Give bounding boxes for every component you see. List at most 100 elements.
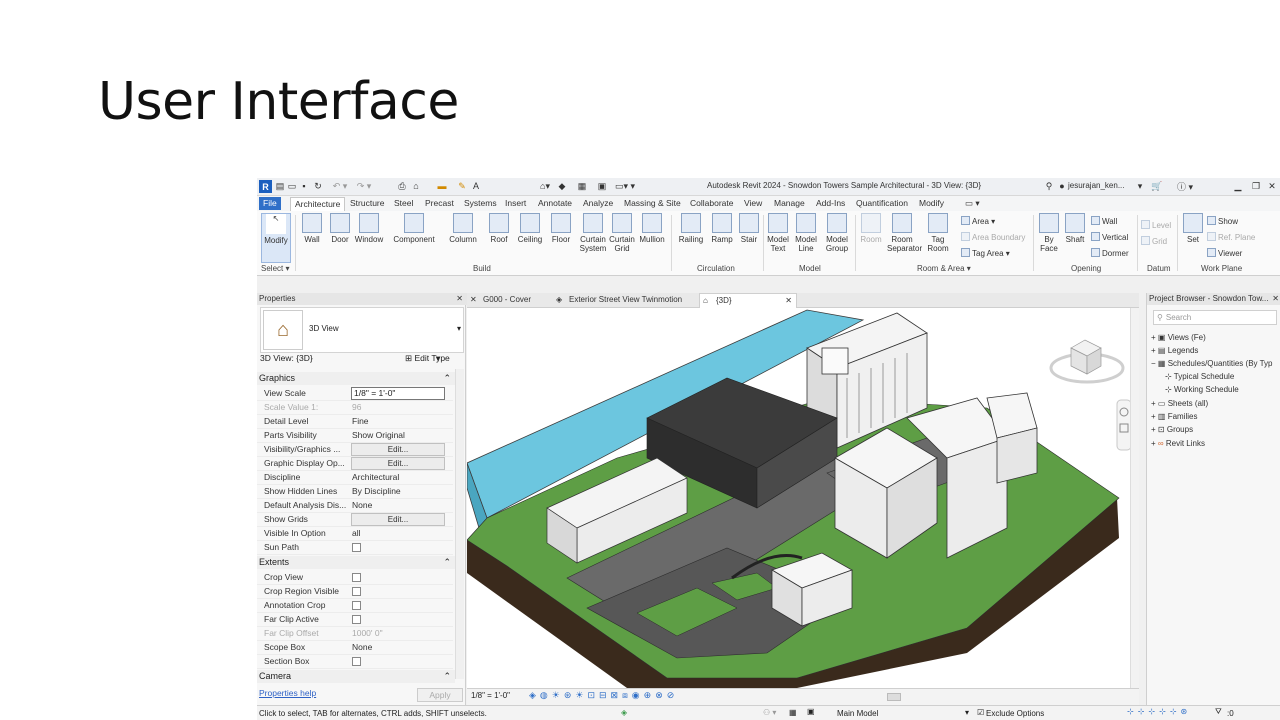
tab-modify[interactable]: Modify: [915, 197, 948, 210]
view-tab-cover[interactable]: ✕ G000 - Cover: [467, 293, 559, 307]
close-icon[interactable]: ✕: [1267, 180, 1277, 192]
switch-windows-icon[interactable]: ▣: [597, 180, 607, 192]
close-tab-icon[interactable]: ✕: [470, 293, 477, 307]
browser-item-schedules[interactable]: − ▦ Schedules/Quantities (By Typ: [1151, 359, 1273, 368]
by-face-button[interactable]: By Face: [1037, 213, 1061, 253]
view-scale-input[interactable]: 1/8" = 1'-0": [351, 387, 445, 400]
model-dropdown-icon[interactable]: ▾: [965, 708, 969, 717]
exclude-options-checkbox[interactable]: ☑: [977, 708, 984, 717]
browser-item-legends[interactable]: + ▤ Legends: [1151, 346, 1198, 355]
component-button[interactable]: Component: [391, 213, 437, 244]
tab-architecture[interactable]: Architecture: [290, 197, 346, 211]
crop-region-checkbox[interactable]: [352, 587, 361, 596]
visibility-graphics-edit-button[interactable]: Edit...: [351, 443, 445, 456]
extents-section[interactable]: Extents ⌃: [257, 556, 455, 569]
prop-scope-box[interactable]: Scope Box None: [257, 640, 453, 655]
properties-help-link[interactable]: Properties help: [259, 688, 316, 698]
undo-icon[interactable]: ↶ ▾: [329, 180, 351, 192]
open-folder-icon[interactable]: ▭: [287, 180, 297, 192]
view-tab-3d[interactable]: ⌂ {3D} ✕: [699, 293, 797, 308]
tab-file[interactable]: File: [259, 197, 281, 210]
set-workplane-button[interactable]: Set: [1181, 213, 1205, 244]
crop-view-checkbox[interactable]: [352, 573, 361, 582]
room-separator-button[interactable]: Room Separator: [887, 213, 922, 253]
close-tab-icon[interactable]: ✕: [785, 294, 792, 308]
select-panel-label[interactable]: Select ▾: [261, 264, 289, 273]
user-name[interactable]: jesurajan_ken...: [1068, 181, 1124, 190]
dropdown-icon[interactable]: ▾: [1135, 180, 1145, 192]
wall-opening-button[interactable]: Wall: [1091, 216, 1117, 226]
restore-icon[interactable]: ❐: [1251, 180, 1261, 192]
close-properties-icon[interactable]: ✕: [456, 293, 463, 305]
tab-analyze[interactable]: Analyze: [579, 197, 617, 210]
thin-lines-icon[interactable]: ▦: [577, 180, 587, 192]
ref-plane-button[interactable]: Ref. Plane: [1207, 232, 1255, 242]
floor-button[interactable]: Floor: [549, 213, 573, 244]
browser-item-sheets[interactable]: + ▭ Sheets (all): [1151, 399, 1208, 408]
shaft-button[interactable]: Shaft: [1063, 213, 1087, 244]
prop-parts-visibility[interactable]: Parts Visibility Show Original: [257, 428, 453, 443]
wall-button[interactable]: Wall: [299, 213, 325, 244]
type-dropdown-icon[interactable]: ▾: [457, 324, 461, 333]
open-icon[interactable]: ▤: [275, 180, 285, 192]
browser-item-views[interactable]: + ▣ Views (Fe): [1151, 333, 1206, 342]
3d-view-icon[interactable]: ⌂▾: [537, 180, 553, 192]
browser-item-families[interactable]: + ▥ Families: [1151, 412, 1197, 421]
roof-button[interactable]: Roof: [487, 213, 511, 244]
show-grids-edit-button[interactable]: Edit...: [351, 513, 445, 526]
edit-type-button[interactable]: ⊞ Edit Type: [405, 353, 450, 364]
mullion-button[interactable]: Mullion: [637, 213, 667, 244]
sun-path-checkbox[interactable]: [352, 543, 361, 552]
filter-icon[interactable]: ⛛: [1215, 707, 1222, 717]
design-options-icon-2[interactable]: ▣: [807, 707, 815, 716]
worksets-icon[interactable]: ◈: [621, 708, 627, 717]
prop-show-hidden-lines[interactable]: Show Hidden Lines By Discipline: [257, 484, 453, 499]
binoculars-icon[interactable]: ⚲: [1043, 180, 1055, 192]
door-button[interactable]: Door: [327, 213, 353, 244]
browser-item-revit-links[interactable]: + ∞ Revit Links: [1151, 439, 1205, 448]
sync-icon[interactable]: ↻: [313, 180, 323, 192]
view-tab-exterior[interactable]: ◈ Exterior Street View Twinmotion: [553, 293, 709, 307]
camera-section[interactable]: Camera ⌃: [257, 670, 455, 683]
room-area-panel-label[interactable]: Room & Area ▾: [917, 264, 971, 273]
tab-manage[interactable]: Manage: [770, 197, 809, 210]
viewer-button[interactable]: Viewer: [1207, 248, 1242, 258]
model-group-button[interactable]: Model Group: [823, 213, 851, 253]
railing-button[interactable]: Railing: [675, 213, 707, 244]
tab-systems[interactable]: Systems: [460, 197, 501, 210]
ribbon-toggle-icon[interactable]: ▭ ▾: [961, 197, 984, 210]
tag-icon[interactable]: ✎: [457, 180, 467, 192]
help-icon[interactable]: ⓘ ▾: [1175, 180, 1195, 192]
tab-steel[interactable]: Steel: [390, 197, 417, 210]
prop-default-analysis[interactable]: Default Analysis Dis... None: [257, 498, 453, 513]
print-icon[interactable]: ⎙: [397, 180, 407, 192]
cart-icon[interactable]: 🛒: [1151, 180, 1163, 192]
tab-quantification[interactable]: Quantification: [852, 197, 912, 210]
tab-view[interactable]: View: [740, 197, 766, 210]
prop-view-scale[interactable]: View Scale 1/8" = 1'-0": [257, 386, 453, 401]
annotation-crop-checkbox[interactable]: [352, 601, 361, 610]
editing-requests-icon[interactable]: ⚇ ▾: [763, 708, 776, 717]
apply-button[interactable]: Apply: [417, 688, 463, 702]
tab-insert[interactable]: Insert: [501, 197, 530, 210]
viewport-vertical-scrollbar[interactable]: [1130, 308, 1139, 688]
customize-toolbar-icon[interactable]: ▭▾ ▾: [613, 180, 637, 192]
stair-button[interactable]: Stair: [737, 213, 761, 244]
browser-item-working-schedule[interactable]: ⊹ Working Schedule: [1165, 385, 1239, 394]
level-button[interactable]: Level: [1141, 220, 1171, 230]
curtain-grid-button[interactable]: Curtain Grid: [607, 213, 637, 253]
view-controls-icons[interactable]: ◈◍☀⊛☀⊡⊟⊠⧈◉⊕⊗⊘: [529, 690, 678, 701]
show-workplane-button[interactable]: Show: [1207, 216, 1238, 226]
graphics-section[interactable]: Graphics ⌃: [257, 372, 455, 385]
area-button[interactable]: Area ▾: [961, 216, 995, 226]
tag-room-button[interactable]: Tag Room: [925, 213, 951, 253]
design-options-icon[interactable]: ▦: [789, 708, 797, 717]
browser-search-input[interactable]: ⚲ Search: [1153, 310, 1277, 325]
window-button[interactable]: Window: [353, 213, 385, 244]
modify-button[interactable]: ↖ Modify: [261, 213, 291, 263]
collapse-icon[interactable]: ⌃: [443, 670, 451, 683]
graphic-display-edit-button[interactable]: Edit...: [351, 457, 445, 470]
text-icon[interactable]: A: [471, 180, 481, 192]
grid-button[interactable]: Grid: [1141, 236, 1167, 246]
browser-item-groups[interactable]: + ⊡ Groups: [1151, 425, 1193, 434]
